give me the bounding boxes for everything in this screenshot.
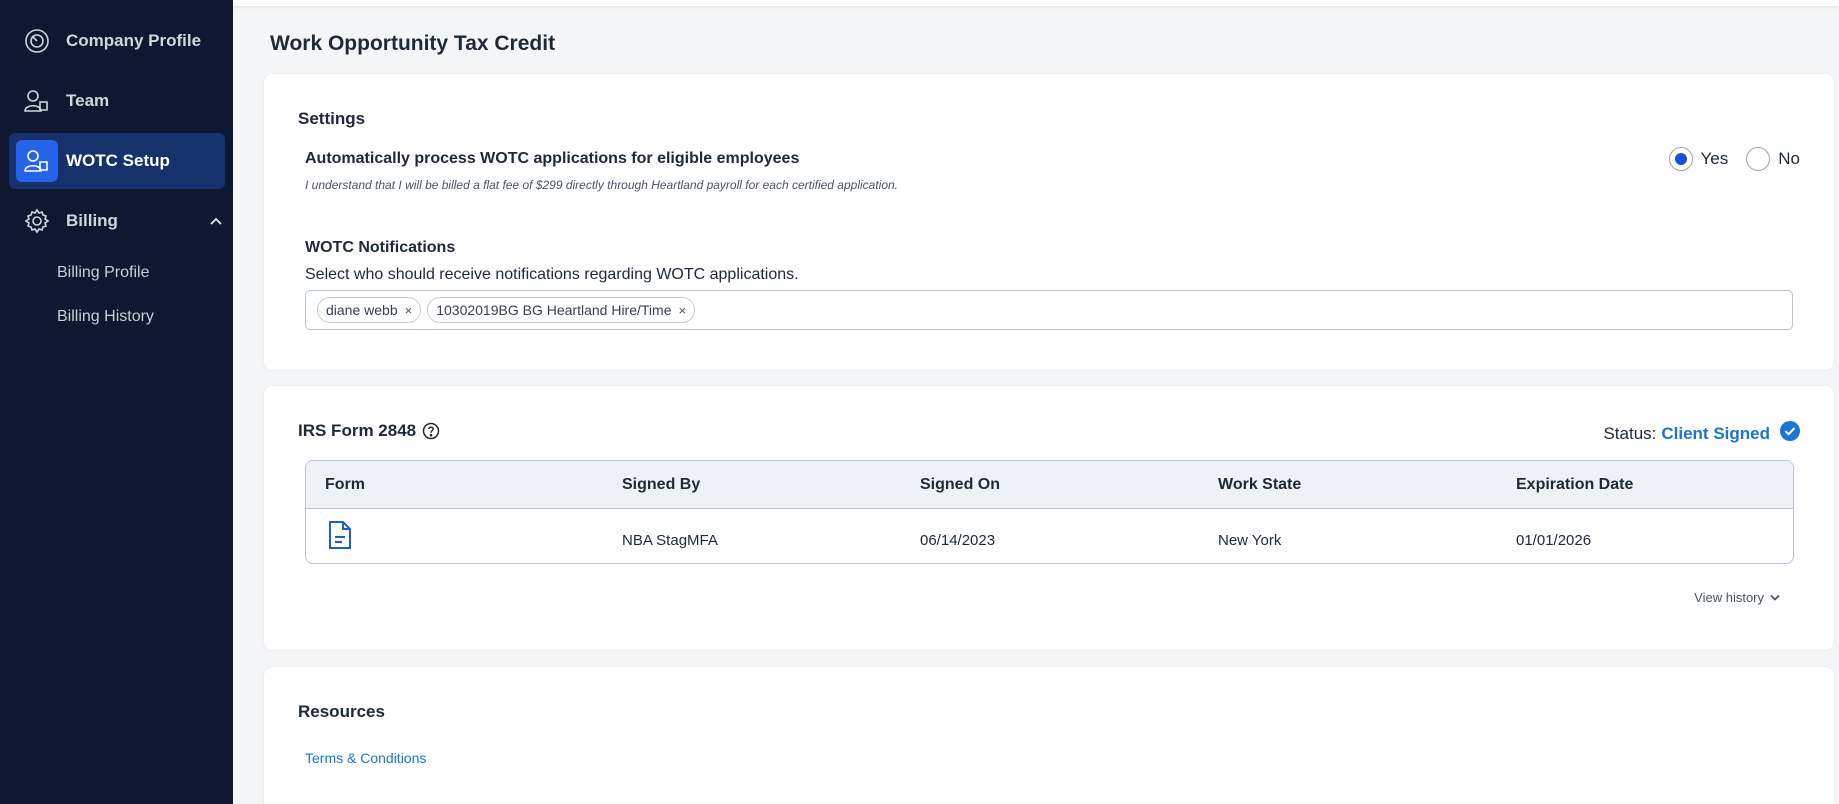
chevron-down-icon	[1770, 594, 1780, 601]
radio-no-circle[interactable]	[1746, 147, 1771, 171]
remove-chip-icon[interactable]: ×	[405, 303, 413, 318]
settings-card: Settings Automatically process WOTC appl…	[263, 73, 1835, 371]
recipient-chip-label: 10302019BG BG Heartland Hire/Time	[436, 302, 672, 318]
settings-heading: Settings	[298, 109, 366, 128]
table-header: Form Signed By Signed On Work State Expi…	[306, 461, 1793, 509]
document-icon[interactable]	[328, 520, 352, 555]
remove-chip-icon[interactable]: ×	[678, 303, 686, 318]
sidebar-item-label: Billing	[66, 211, 118, 230]
view-history-button[interactable]: View history	[1694, 590, 1780, 605]
cell-expiration-date: 01/01/2026	[1516, 532, 1592, 549]
notifications-description: Select who should receive notifications …	[305, 266, 799, 283]
recipient-chip: diane webb ×	[317, 297, 422, 323]
sidebar-item-label: Team	[66, 91, 110, 110]
recipient-chip-label: diane webb	[326, 302, 398, 318]
irs-form-card: IRS Form 2848 Status: Client Signed Form…	[263, 385, 1835, 651]
terms-conditions-link[interactable]: Terms & Conditions	[305, 750, 426, 766]
resources-card: Resources Terms & Conditions	[263, 666, 1835, 804]
radio-yes[interactable]: Yes	[1668, 147, 1729, 171]
sidebar-item-label: WOTC Setup	[66, 151, 170, 170]
column-header-work-state: Work State	[1218, 476, 1302, 493]
irs-form-table: Form Signed By Signed On Work State Expi…	[305, 460, 1794, 564]
radio-yes-label: Yes	[1700, 149, 1729, 168]
status-value: Client Signed	[1661, 423, 1770, 443]
column-header-signed-by: Signed By	[622, 476, 701, 493]
notifications-title: WOTC Notifications	[305, 239, 456, 256]
notification-recipients-input[interactable]: diane webb × 10302019BG BG Heartland Hir…	[305, 290, 1793, 330]
sidebar-item-wotc-setup[interactable]: WOTC Setup	[9, 133, 225, 189]
sidebar-subitem-billing-history[interactable]: Billing History	[57, 308, 154, 326]
gear-icon	[16, 200, 58, 242]
help-icon[interactable]	[422, 422, 440, 440]
auto-process-radio-group: Yes No	[1651, 147, 1800, 171]
chevron-up-icon[interactable]	[209, 213, 223, 231]
sidebar-item-company-profile[interactable]: Company Profile	[9, 13, 225, 69]
sidebar-item-billing[interactable]: Billing	[9, 193, 225, 249]
radio-yes-circle[interactable]	[1668, 147, 1693, 171]
speedometer-icon	[16, 20, 58, 62]
view-history-label: View history	[1694, 590, 1764, 605]
irs-form-heading: IRS Form 2848	[298, 421, 440, 441]
app-root: Company Profile Team WOTC Setup Billing …	[0, 0, 1839, 804]
sidebar-item-label: Company Profile	[66, 31, 202, 50]
sidebar: Company Profile Team WOTC Setup Billing …	[0, 0, 233, 804]
recipient-chip: 10302019BG BG Heartland Hire/Time ×	[427, 297, 696, 323]
sidebar-item-team[interactable]: Team	[9, 73, 225, 129]
resources-heading: Resources	[298, 702, 385, 721]
users-icon	[16, 80, 58, 122]
cell-signed-on: 06/14/2023	[920, 532, 996, 549]
user-setup-icon	[16, 140, 58, 182]
page-title: Work Opportunity Tax Credit	[270, 32, 556, 55]
sidebar-subitem-billing-profile[interactable]: Billing Profile	[57, 264, 149, 282]
column-header-expiration-date: Expiration Date	[1516, 476, 1634, 493]
check-circle-icon	[1780, 421, 1800, 446]
radio-no[interactable]: No	[1746, 147, 1800, 171]
form-status: Status: Client Signed	[1603, 421, 1800, 446]
column-header-signed-on: Signed On	[920, 476, 1000, 493]
billing-disclaimer: I understand that I will be billed a fla…	[305, 178, 899, 192]
radio-no-label: No	[1778, 149, 1800, 168]
cell-work-state: New York	[1218, 532, 1282, 549]
cell-signed-by: NBA StagMFA	[622, 532, 718, 549]
status-label: Status:	[1603, 423, 1657, 443]
auto-process-title: Automatically process WOTC applications …	[305, 150, 800, 167]
column-header-form: Form	[325, 476, 365, 493]
irs-form-heading-text: IRS Form 2848	[298, 421, 417, 440]
top-bar	[233, 0, 1839, 6]
